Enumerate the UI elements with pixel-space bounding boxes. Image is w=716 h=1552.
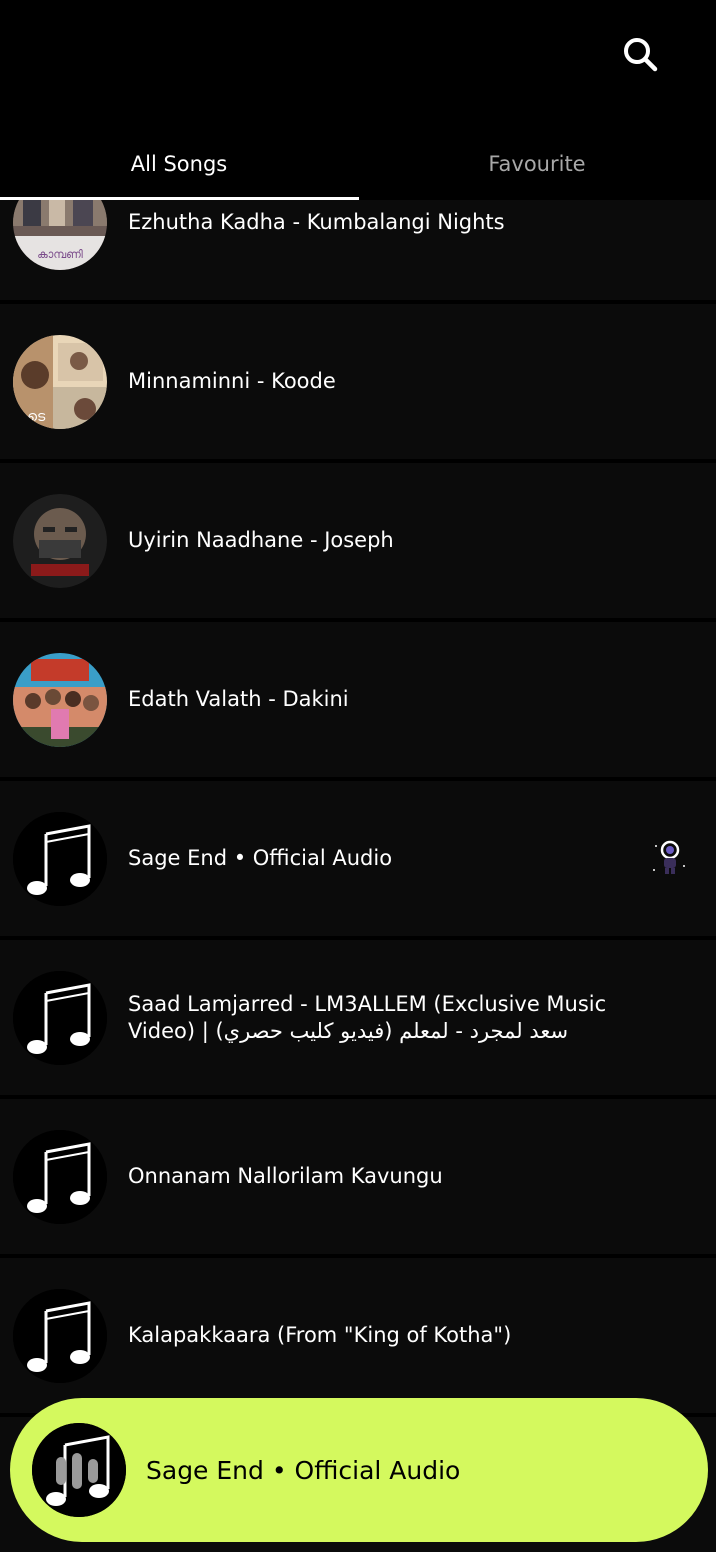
song-title: Minnaminni - Koode — [128, 369, 336, 393]
song-list[interactable]: കാമ്പണി Ezhutha Kadha - Kumbalangi Night… — [0, 200, 716, 1552]
song-row[interactable]: ടെ Minnaminni - Koode — [0, 304, 716, 459]
now-playing-bar[interactable]: Sage End • Official Audio — [10, 1398, 708, 1542]
song-title: Kalapakkaara (From "King of Kotha") — [128, 1323, 512, 1347]
album-art: കാമ്പണി — [13, 200, 107, 270]
tab-favourite[interactable]: Favourite — [358, 128, 716, 200]
music-note-icon — [13, 1130, 107, 1224]
album-art — [13, 494, 107, 588]
tab-bar: All Songs Favourite — [0, 128, 716, 200]
song-title: Ezhutha Kadha - Kumbalangi Nights — [128, 210, 505, 234]
music-note-icon — [13, 971, 107, 1065]
song-row[interactable]: കാമ്പണി Ezhutha Kadha - Kumbalangi Night… — [0, 200, 716, 300]
album-art — [13, 653, 107, 747]
tab-all-songs[interactable]: All Songs — [0, 128, 358, 200]
music-note-icon — [13, 1289, 107, 1383]
svg-text:കാമ്പണി: കാമ്പണി — [37, 248, 83, 261]
song-title: Uyirin Naadhane - Joseph — [128, 528, 394, 552]
song-row[interactable]: Saad Lamjarred - LM3ALLEM (Exclusive Mus… — [0, 940, 716, 1095]
song-row[interactable]: Uyirin Naadhane - Joseph — [0, 463, 716, 618]
song-row[interactable]: Edath Valath - Dakini — [0, 622, 716, 777]
song-title: Sage End • Official Audio — [128, 846, 393, 870]
song-title: Onnanam Nallorilam Kavungu — [128, 1164, 443, 1188]
now-playing-title: Sage End • Official Audio — [146, 1455, 461, 1485]
music-note-icon — [32, 1423, 126, 1517]
song-title: Saad Lamjarred - LM3ALLEM (Exclusive Mus… — [128, 991, 607, 1043]
astronaut-icon — [648, 836, 690, 878]
music-note-icon — [13, 812, 107, 906]
song-row[interactable]: Onnanam Nallorilam Kavungu — [0, 1099, 716, 1254]
album-art: ടെ — [13, 335, 107, 429]
song-row[interactable]: Kalapakkaara (From "King of Kotha") — [0, 1258, 716, 1413]
tab-label: All Songs — [130, 152, 228, 176]
app-header: All Songs Favourite — [0, 0, 716, 200]
song-row[interactable]: Sage End • Official Audio — [0, 781, 716, 936]
svg-text:ടെ: ടെ — [27, 409, 46, 425]
search-icon[interactable] — [620, 34, 660, 74]
song-title: Edath Valath - Dakini — [128, 687, 349, 711]
tab-label: Favourite — [488, 152, 586, 176]
